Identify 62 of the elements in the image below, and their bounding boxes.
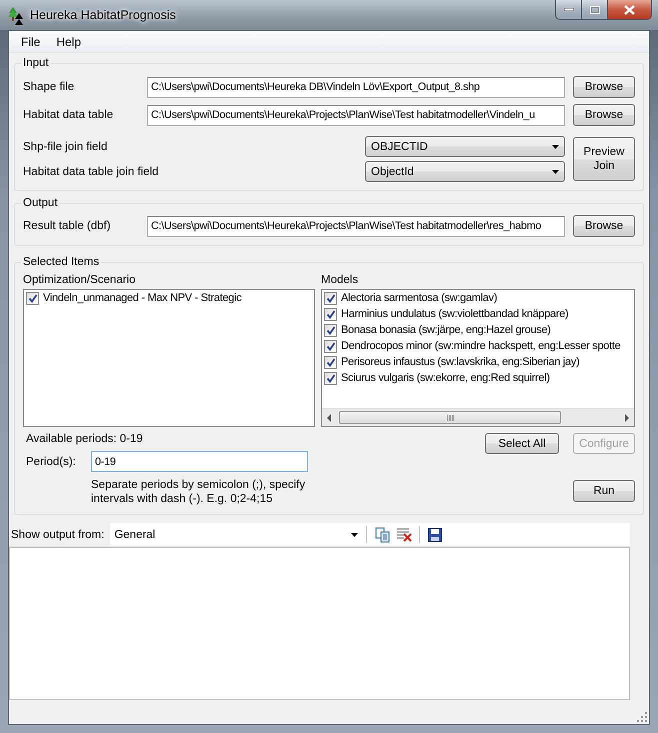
caret-icon [351,532,358,536]
checkbox[interactable] [324,372,337,384]
field-label: Show output from: [11,528,104,540]
horizontal-scrollbar[interactable] [322,408,634,426]
checkbox[interactable] [324,324,337,336]
button[interactable]: Preview Join [573,137,635,181]
button[interactable]: Browse [573,215,635,237]
available-periods-text: Available periods: 0-19 [26,433,144,445]
maximize-icon [590,6,600,14]
group-title: Input [22,57,50,69]
field-label: Habitat data table [23,109,114,121]
checkbox[interactable] [324,292,337,304]
hint-text: Separate periods by semicolon (;), specify intervals with dash (-). E.g. 0;2-4;15 [91,478,306,506]
save-icon [428,528,442,542]
path-field[interactable]: C:\Users\pwi\Documents\Heureka\Projects\PlanWise\Test habitatmodeller\res_habmo [147,216,565,236]
menu-item[interactable]: Help [48,32,90,50]
copy-icon [374,526,390,542]
button[interactable]: Run [573,480,635,502]
caret-icon [552,144,559,148]
minimize-button[interactable] [555,0,582,20]
group-title: Output [22,197,59,209]
field-label: Shape file [23,81,76,93]
check-icon [28,294,38,302]
group-title: Selected Items [22,256,100,268]
list-item-label[interactable]: Harminius undulatus (sw:violettbandad knäppare) [341,308,568,320]
resize-grip-icon [637,712,647,722]
tree-icon [8,6,24,24]
left-arrow-icon [327,414,331,422]
field-label: Habitat data table join field [23,166,160,178]
right-arrow-icon [625,414,629,422]
list-item-label[interactable]: Perisoreus infaustus (sw:lavskrika, eng:Siberian jay) [341,356,580,368]
close-button[interactable] [608,0,652,20]
checkbox[interactable] [324,356,337,368]
minimize-icon [564,8,574,11]
grip-icon [446,414,454,420]
button[interactable]: Browse [573,76,635,98]
field-label: Result table (dbf) [23,220,112,232]
checkbox[interactable] [324,340,337,352]
checkbox[interactable] [324,308,337,320]
list-item-label[interactable]: Vindeln_unmanaged - Max NPV - Strategic [43,292,242,304]
list-item-label[interactable]: Bonasa bonasia (sw:järpe, eng:Hazel grouse) [341,324,551,336]
clear-list-icon [396,527,412,542]
checkbox[interactable] [26,292,39,304]
field-label: Period(s): [26,456,77,468]
button[interactable]: Select All [485,433,559,454]
path-field[interactable]: C:\Users\pwi\Documents\Heureka DB\Vindeln Löv\Export_Output_8.shp [147,76,565,98]
menu-item[interactable]: File [13,32,48,50]
path-field[interactable]: C:\Users\pwi\Documents\Heureka\Projects\PlanWise\Test habitatmodeller\Vindeln_u [147,104,565,126]
list-title: Models [321,274,360,286]
close-icon [624,4,635,14]
button[interactable]: Browse [573,104,635,126]
maximize-button[interactable] [582,0,608,20]
list-item-label[interactable]: Alectoria sarmentosa (sw:gamlav) [341,292,498,304]
window-title: Heureka HabitatPrognosis [30,8,176,22]
dropdown[interactable]: ObjectId [365,161,565,182]
list-item-label[interactable]: Sciurus vulgaris (sw:ekorre, eng:Red squirrel) [341,372,550,384]
period-field[interactable]: 0-19 [91,451,308,472]
caret-icon [552,170,559,174]
dropdown[interactable]: OBJECTID [365,136,565,157]
field-label: Shp-file join field [23,140,108,152]
list-title: Optimization/Scenario [23,274,136,286]
list-item-label[interactable]: Dendrocopos minor (sw:mindre hackspett, eng:Lesser spotte [341,340,620,352]
